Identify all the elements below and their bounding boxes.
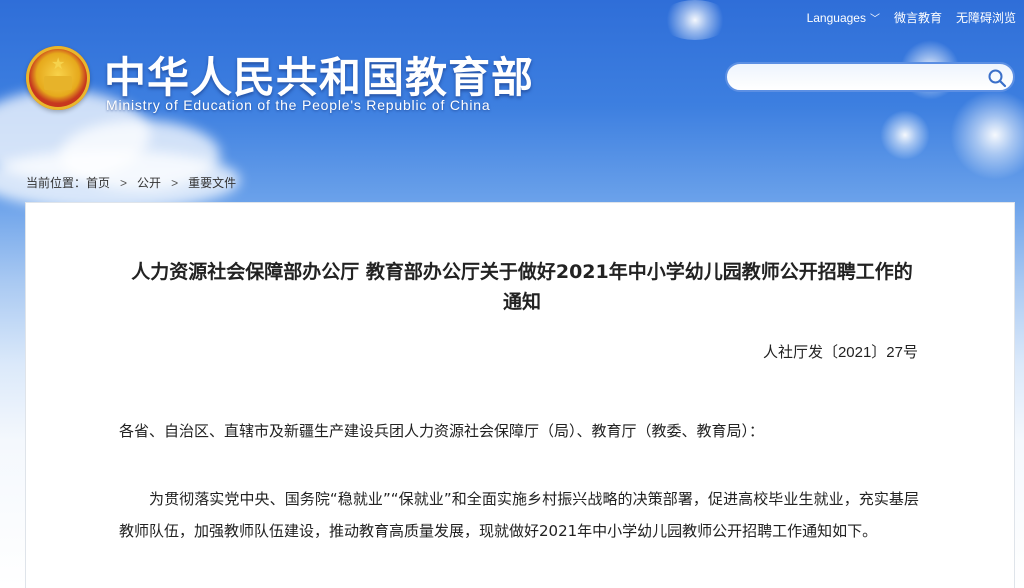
- site-title-cn[interactable]: 中华人民共和国教育部: [104, 44, 534, 105]
- languages-menu[interactable]: Languages ﹀: [807, 10, 880, 25]
- breadcrumb-home[interactable]: 首页: [86, 174, 110, 191]
- accessibility-link[interactable]: 无障碍浏览: [956, 9, 1016, 26]
- search-icon[interactable]: [987, 68, 1007, 88]
- top-links: Languages ﹀ 微言教育 无障碍浏览: [807, 9, 1016, 26]
- breadcrumb-important-docs[interactable]: 重要文件: [188, 174, 236, 191]
- article-panel: 人力资源社会保障部办公厅 教育部办公厅关于做好2021年中小学幼儿园教师公开招聘…: [25, 202, 1015, 588]
- breadcrumb-separator: >: [120, 175, 128, 190]
- dandelion-decoration: [880, 110, 930, 160]
- breadcrumb: 当前位置： 首页 > 公开 > 重要文件: [26, 174, 236, 191]
- article-title: 人力资源社会保障部办公厅 教育部办公厅关于做好2021年中小学幼儿园教师公开招聘…: [131, 261, 913, 313]
- breadcrumb-separator: >: [171, 175, 179, 190]
- dandelion-decoration: [660, 0, 730, 40]
- breadcrumb-prefix: 当前位置：: [26, 176, 87, 190]
- article-paragraph: 为贯彻落实党中央、国务院“稳就业”“保就业”和全面实施乡村振兴战略的决策部署，促…: [119, 490, 919, 540]
- star-icon: ★: [51, 54, 66, 73]
- breadcrumb-public[interactable]: 公开: [137, 174, 161, 191]
- document-number: 人社厅发〔2021〕27号: [762, 344, 918, 361]
- weibo-link[interactable]: 微言教育: [894, 9, 942, 26]
- national-emblem-icon[interactable]: ★: [26, 46, 90, 110]
- search-input[interactable]: [739, 68, 979, 88]
- search-box: [725, 62, 1015, 92]
- dandelion-decoration: [950, 90, 1024, 180]
- article-addressee: 各省、自治区、直辖市及新疆生产建设兵团人力资源社会保障厅（局）、教育厅（教委、教…: [119, 422, 765, 440]
- site-title-en: Ministry of Education of the People's Re…: [106, 97, 491, 113]
- gate-icon: [44, 76, 72, 90]
- languages-label: Languages: [806, 11, 866, 25]
- chevron-down-icon: ﹀: [869, 14, 880, 25]
